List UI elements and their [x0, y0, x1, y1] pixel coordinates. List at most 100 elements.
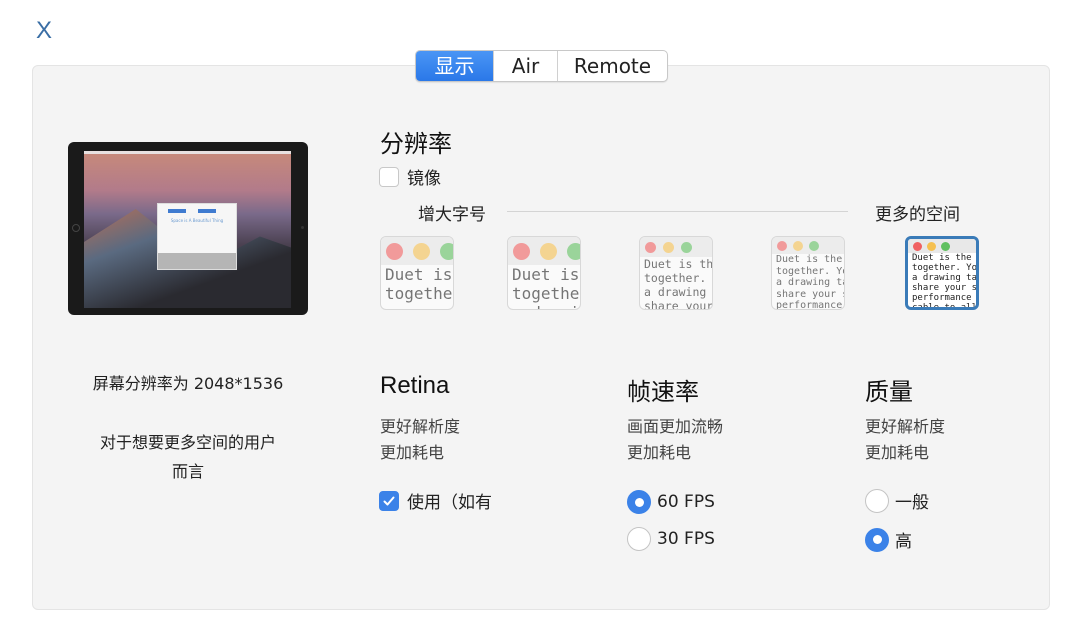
- framerate-description: 画面更加流畅 更加耗电: [627, 414, 723, 466]
- quality-description: 更好解析度 更加耗电: [865, 414, 945, 466]
- sample-text: Duet is th together. a drawing share your: [640, 257, 713, 310]
- zoom-dot-icon: [941, 241, 950, 251]
- sample-text-line: Duet is th: [644, 257, 713, 271]
- resolution-description: 对于想要更多空间的用户 而言: [68, 428, 308, 486]
- zoom-dot-icon: [440, 242, 453, 260]
- window-titlebar: [381, 237, 453, 265]
- resolution-option-1[interactable]: Duet is togethe: [380, 236, 454, 310]
- framerate-title: 帧速率: [627, 378, 699, 406]
- window-dock: [158, 253, 236, 269]
- retina-use-label: 使用（如有: [407, 493, 492, 513]
- sample-text-line: cable to allo: [912, 303, 979, 310]
- tab-air[interactable]: Air: [493, 51, 557, 81]
- resolution-option-2[interactable]: Duet istogethea drawi: [507, 236, 581, 310]
- close-dot-icon: [777, 240, 787, 251]
- window-titlebar: [640, 237, 712, 257]
- sample-text-line: Duet is the: [776, 254, 843, 265]
- tab-remote[interactable]: Remote: [557, 51, 667, 81]
- retina-title: Retina: [380, 372, 450, 399]
- window-titlebar: [908, 239, 976, 253]
- fps-60-option[interactable]: 60 FPS: [627, 490, 715, 514]
- ipad-home-button: [72, 224, 80, 232]
- window-button: [168, 209, 186, 213]
- minimize-dot-icon: [663, 241, 674, 253]
- close-dot-icon: [645, 241, 656, 253]
- sample-text-line: a drawing ta: [776, 277, 845, 288]
- ipad-app-window: Space is A Beautiful Thing: [157, 203, 237, 270]
- quality-high-option[interactable]: 高: [865, 527, 912, 552]
- resolution-option-3[interactable]: Duet is th together. a drawing share your: [639, 236, 713, 310]
- description-line: 对于想要更多空间的用户: [99, 433, 276, 452]
- retina-description: 更好解析度 更加耗电: [380, 414, 460, 466]
- description-line: 而言: [171, 462, 204, 481]
- zoom-dot-icon: [809, 240, 819, 251]
- minimize-dot-icon: [540, 242, 557, 260]
- sample-text-line: share your s: [776, 288, 845, 300]
- quality-desc-line: 更好解析度: [865, 417, 946, 436]
- zoom-dot-icon: [567, 242, 580, 260]
- ipad-screen: Space is A Beautiful Thing: [84, 151, 291, 308]
- sample-text-line: a drawing tab: [912, 273, 979, 283]
- mirror-label: 镜像: [407, 169, 441, 189]
- window-titlebar: [772, 237, 844, 254]
- sample-text-line: Duet is: [385, 265, 453, 284]
- sample-text-line: together. Yo: [776, 265, 845, 277]
- sample-text: Duet istogethea drawi: [508, 265, 580, 309]
- ipad-preview-image: Space is A Beautiful Thing: [68, 142, 308, 315]
- close-dot-icon: [513, 242, 530, 260]
- sample-text-line: share your: [644, 299, 713, 310]
- fps-60-label: 60 FPS: [657, 492, 715, 512]
- sample-text-line: together. You: [912, 263, 979, 273]
- resolution-option-4[interactable]: Duet is the together. Yo a drawing ta share…: [771, 236, 845, 310]
- retina-use-checkbox[interactable]: [379, 490, 399, 511]
- fps-30-radio[interactable]: [627, 527, 651, 551]
- quality-high-label: 高: [895, 532, 912, 552]
- checkmark-icon: [383, 496, 395, 505]
- quality-normal-radio[interactable]: [865, 488, 889, 513]
- window-title: Space is A Beautiful Thing: [170, 218, 224, 223]
- ipad-camera: [301, 226, 304, 229]
- minimize-dot-icon: [927, 241, 936, 251]
- larger-text-label: 增大字号: [418, 205, 486, 225]
- zoom-dot-icon: [681, 241, 692, 253]
- sample-text-line: share your sc: [912, 283, 979, 293]
- quality-normal-option[interactable]: 一般: [865, 488, 929, 513]
- window-titlebar: [508, 237, 580, 265]
- resolution-option-5[interactable]: Duet is the b together. You a drawing tab s…: [905, 236, 979, 310]
- fps-30-option[interactable]: 30 FPS: [627, 527, 715, 551]
- minimize-dot-icon: [793, 240, 803, 251]
- screen-resolution-text: 屏幕分辨率为 2048*1536: [92, 374, 284, 393]
- scale-line: [507, 211, 848, 212]
- retina-use-checkbox-row[interactable]: 使用（如有: [379, 488, 492, 513]
- quality-desc-line: 更加耗电: [865, 443, 930, 462]
- quality-high-radio[interactable]: [865, 527, 889, 552]
- resolution-scale: 增大字号 更多的空间: [418, 200, 960, 225]
- fps-30-label: 30 FPS: [657, 529, 715, 549]
- sample-text-line: performance s: [912, 293, 979, 303]
- close-button[interactable]: X: [36, 16, 52, 46]
- fps-60-radio[interactable]: [627, 490, 651, 514]
- close-dot-icon: [386, 242, 403, 260]
- sample-text-line: Duet is: [512, 265, 580, 284]
- sample-text-line: performance: [776, 300, 843, 310]
- retina-desc-line: 更好解析度: [380, 417, 461, 436]
- sample-text-line: a drawing: [644, 285, 707, 299]
- resolution-title: 分辨率: [380, 130, 452, 158]
- mirror-checkbox[interactable]: [379, 166, 399, 187]
- sample-text-line: togethe: [385, 284, 453, 303]
- minimize-dot-icon: [413, 242, 430, 260]
- sample-text-line: together.: [644, 271, 707, 285]
- sample-text: Duet is the b together. You a drawing tab s…: [908, 253, 979, 310]
- quality-normal-label: 一般: [895, 493, 929, 513]
- retina-desc-line: 更加耗电: [380, 443, 445, 462]
- mirror-checkbox-row[interactable]: 镜像: [379, 164, 441, 189]
- more-space-label: 更多的空间: [875, 205, 960, 225]
- window-button: [198, 209, 216, 213]
- sample-text-line: togethe: [512, 284, 580, 303]
- tab-bar: 显示 Air Remote: [415, 50, 668, 82]
- sample-text: Duet is the together. Yo a drawing ta share…: [772, 254, 845, 310]
- sample-text-line: a drawi: [512, 303, 580, 309]
- sample-text-line: Duet is the b: [912, 253, 979, 263]
- close-dot-icon: [913, 241, 922, 251]
- tab-display[interactable]: 显示: [416, 51, 493, 81]
